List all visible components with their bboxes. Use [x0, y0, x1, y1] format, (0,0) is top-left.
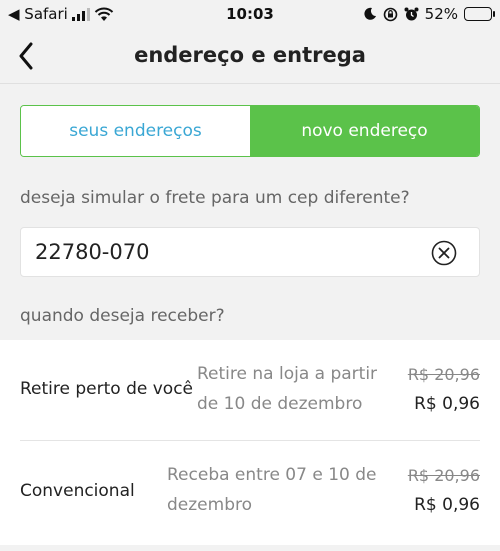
alarm-icon: [404, 7, 419, 20]
rotation-lock-icon: [383, 7, 397, 21]
option-description-line2: de 10 de dezembro: [197, 394, 363, 414]
option-price: R$ 0,96: [414, 495, 480, 515]
address-tabs: seus endereços novo endereço: [20, 105, 480, 157]
battery-icon: [464, 7, 495, 21]
tab-new-address[interactable]: novo endereço: [250, 106, 479, 156]
option-description-line2: dezembro: [167, 495, 252, 515]
cep-value[interactable]: 22780-070: [35, 240, 149, 264]
battery-percent: 52%: [424, 5, 458, 23]
delivery-option-pickup[interactable]: Retire perto de você Retire na loja a pa…: [0, 340, 500, 440]
cep-input[interactable]: 22780-070: [20, 227, 480, 277]
delivery-option-standard[interactable]: Convencional Receba entre 07 e 10 de dez…: [0, 441, 500, 541]
delivery-options: Retire perto de você Retire na loja a pa…: [0, 340, 500, 545]
option-description-line1: Retire na loja a partir: [197, 364, 378, 384]
option-old-price: R$ 20,96: [407, 365, 480, 384]
tab-saved-addresses[interactable]: seus endereços: [21, 106, 250, 156]
delivery-prompt: quando deseja receber?: [20, 306, 225, 326]
nav-bar: endereço e entrega: [0, 28, 500, 84]
clear-icon[interactable]: [431, 240, 457, 266]
moon-icon: [364, 7, 376, 20]
option-name: Retire perto de você: [20, 379, 194, 399]
option-old-price: R$ 20,96: [407, 466, 480, 485]
option-price: R$ 0,96: [414, 394, 480, 414]
status-right: 52%: [363, 5, 495, 23]
status-bar: ◀ Safari 10:03 52%: [0, 0, 500, 28]
page-title: endereço e entrega: [134, 43, 366, 67]
option-name: Convencional: [20, 481, 135, 501]
option-description-line1: Receba entre 07 e 10 de: [167, 465, 377, 485]
cep-prompt: deseja simular o frete para um cep difer…: [20, 188, 410, 208]
